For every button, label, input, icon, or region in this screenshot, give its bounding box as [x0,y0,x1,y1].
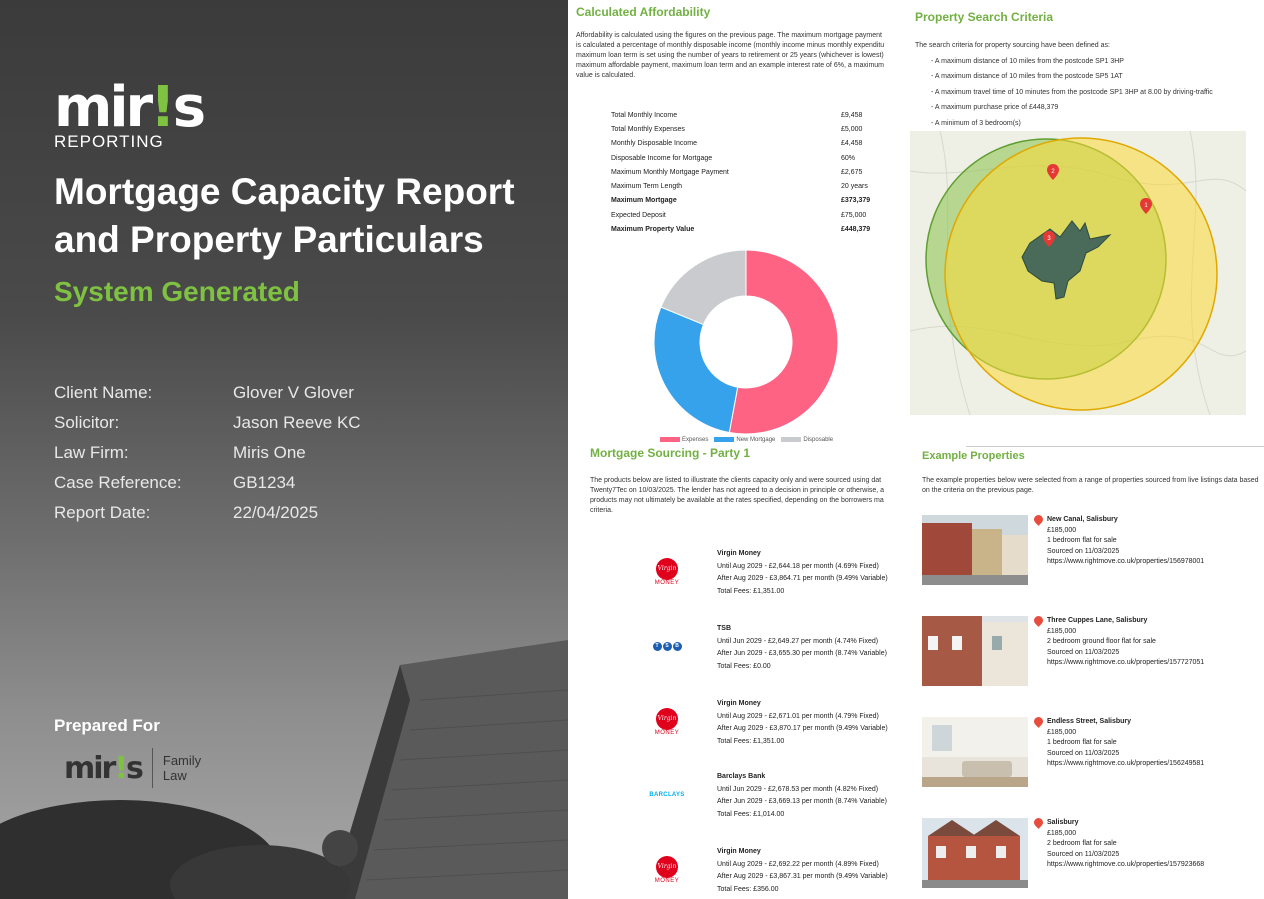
info-row: Case Reference: GB1234 [54,473,296,492]
examples-intro: The example properties below were select… [922,477,1259,494]
info-row: Law Firm: Miris One [54,443,306,462]
chart-legend: Expenses New Mortgage Disposable [660,437,833,443]
client-info: Client Name: Glover V Glover Solicitor: Ja… [54,378,361,528]
miris-family-law-logo: mir!s Family Law [64,748,201,788]
legend-item-expenses: Expenses [660,437,708,443]
sourcing-heading: Mortgage Sourcing - Party 1 [590,446,751,460]
cover-page: mir!s REPORTING Mortgage Capacity Report… [0,0,568,899]
affordability-donut-chart [653,249,839,435]
info-row: Report Date: 22/04/2025 [54,503,319,522]
criteria-list: The search criteria for property sourcin… [915,38,1213,131]
table-row: Total Monthly Expenses £5,000 [611,125,863,133]
prepared-for-label: Prepared For [54,716,160,735]
section-divider [966,446,1264,447]
property-page: Property Search Criteria The search crit… [908,0,1264,899]
search-area-map: 2 1 3 [910,131,1246,415]
report-subtitle: System Generated [54,276,300,307]
property-photo[interactable] [922,717,1028,787]
examples-heading: Example Properties [922,450,1025,462]
table-row: Disposable Income for Mortgage 60% [611,154,856,162]
virgin-money-logo: Virgin MONEY [650,558,684,586]
tsb-logo: TSB [650,642,684,651]
list-item: - A maximum travel time of 10 minutes fr… [931,88,1213,96]
location-pin-icon [1032,816,1045,829]
affordability-table: Total Monthly Income £9,458 Total Monthly… [611,108,871,237]
miris-reporting-logo: mir!s REPORTING [54,75,206,152]
location-pin-icon [1032,715,1045,728]
legend-item-new-mortgage: New Mortgage [714,437,775,443]
report-title: Mortgage Capacity Report and Property Pa… [54,171,515,260]
virgin-money-logo: Virgin MONEY [650,856,684,884]
affordability-page: Calculated Affordability Affordability i… [568,0,908,899]
criteria-heading: Property Search Criteria [915,10,1054,24]
location-pin-icon [1032,614,1045,627]
table-row: Maximum Term Length 20 years [611,183,868,191]
property-link[interactable]: https://www.rightmove.co.uk/properties/1… [1047,860,1204,871]
list-item: - A maximum distance of 10 miles from th… [931,57,1124,65]
legend-item-disposable: Disposable [781,437,833,443]
sourcing-intro: The products below are listed to illustr… [590,477,885,514]
list-item: - A maximum distance of 10 miles from th… [931,73,1123,80]
table-row: Maximum Property Value £448,379 [611,226,871,234]
location-pin-icon [1032,513,1045,526]
affordability-intro: Affordability is calculated using the fi… [576,32,885,79]
info-row: Solicitor: Jason Reeve KC [54,413,361,432]
property-photo[interactable] [922,616,1028,686]
donut-slice-new-mortgage [653,306,739,434]
table-row: Maximum Monthly Mortgage Payment £2,675 [611,168,863,176]
list-item: - A minimum of 3 bedroom(s) [931,119,1021,127]
info-row: Client Name: Glover V Glover [54,383,354,402]
property-link[interactable]: https://www.rightmove.co.uk/properties/1… [1047,557,1204,568]
property-link[interactable]: https://www.rightmove.co.uk/properties/1… [1047,658,1204,669]
table-row: Monthly Disposable Income £4,458 [611,140,863,148]
table-row: Maximum Mortgage £373,379 [611,197,871,205]
affordability-heading: Calculated Affordability [576,5,711,19]
list-item: - A maximum purchase price of £448,379 [931,104,1059,111]
table-row: Expected Deposit £75,000 [611,211,867,219]
table-row: Total Monthly Income £9,458 [611,111,863,119]
virgin-money-logo: Virgin MONEY [650,708,684,736]
property-photo[interactable] [922,818,1028,888]
barclays-logo: BARCLAYS [649,792,685,798]
property-link[interactable]: https://www.rightmove.co.uk/properties/1… [1047,759,1204,770]
property-photo[interactable] [922,515,1028,585]
